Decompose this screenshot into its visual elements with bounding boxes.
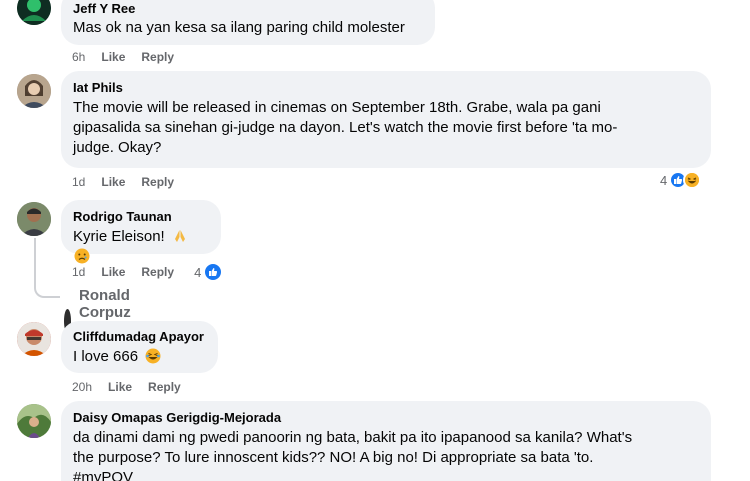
pray-icon: [172, 228, 188, 244]
reply-button[interactable]: Reply: [148, 380, 181, 394]
comment-actions: 20h Like Reply: [72, 380, 181, 394]
avatar[interactable]: [17, 404, 51, 438]
avatar[interactable]: [17, 74, 51, 108]
reply-button[interactable]: Reply: [141, 265, 174, 279]
comment-text-row: Kyrie Eleison!: [73, 227, 209, 267]
comment-text-line: judge. Okay?: [73, 139, 162, 156]
reaction-summary[interactable]: 4: [194, 262, 224, 282]
haha-icon: [683, 171, 702, 189]
avatar[interactable]: [17, 322, 51, 356]
comment-author[interactable]: Rodrigo Taunan: [73, 209, 209, 225]
comment-text: Mas ok na yan kesa sa ilang paring child…: [73, 19, 405, 36]
comment-actions: 1d Like Reply: [72, 175, 174, 189]
comment-time[interactable]: 6h: [72, 50, 85, 64]
like-icon: [203, 262, 224, 282]
comment-text-row: I love 666: [73, 347, 206, 367]
comment-actions: 1d Like Reply 4: [72, 262, 224, 282]
comment-text-line: #myPOV: [73, 469, 134, 481]
reply-thread-line: [34, 238, 60, 298]
comment-text-line: the purpose? To lure innoscent kids?? NO…: [73, 449, 594, 466]
comment-time[interactable]: 1d: [72, 265, 85, 279]
like-button[interactable]: Like: [101, 175, 125, 189]
reply-button[interactable]: Reply: [141, 175, 174, 189]
comment-text: I love 666: [73, 348, 139, 365]
comment-bubble: Jeff Y Ree Mas ok na yan kesa sa ilang p…: [61, 0, 435, 45]
comment-author[interactable]: Cliffdumadag Apayor: [73, 329, 206, 345]
comment-bubble: Iat Phils The movie will be released in …: [61, 71, 711, 168]
like-button[interactable]: Like: [101, 265, 125, 279]
comment-text-line: gipasalida sa sinehan gi-judge na dayon.…: [73, 119, 618, 136]
comment-author[interactable]: Daisy Omapas Gerigdig-Mejorada: [73, 410, 699, 426]
comment-author[interactable]: Iat Phils: [73, 80, 699, 96]
comment-bubble: Daisy Omapas Gerigdig-Mejorada da dinami…: [61, 401, 711, 481]
like-button[interactable]: Like: [108, 380, 132, 394]
like-button[interactable]: Like: [101, 50, 125, 64]
comment-time[interactable]: 1d: [72, 175, 85, 189]
comment-text: Kyrie Eleison!: [73, 228, 165, 245]
comment-bubble: Rodrigo Taunan Kyrie Eleison!: [61, 200, 221, 264]
laughing-face-icon: [145, 348, 161, 364]
reply-button[interactable]: Reply: [141, 50, 174, 64]
reaction-summary[interactable]: 4: [660, 171, 702, 189]
comment-text-line: da dinami dami ng pwedi panoorin ng bata…: [73, 429, 633, 446]
comment-time[interactable]: 20h: [72, 380, 92, 394]
reaction-count: 4: [194, 264, 202, 280]
avatar[interactable]: [17, 202, 51, 236]
comment-actions: 6h Like Reply: [72, 50, 174, 64]
comment-text-line: The movie will be released in cinemas on…: [73, 99, 601, 116]
reaction-count: 4: [660, 172, 668, 188]
comment-bubble: Cliffdumadag Apayor I love 666: [61, 321, 218, 373]
comment-author[interactable]: Jeff Y Ree: [73, 1, 423, 17]
avatar[interactable]: [17, 0, 51, 25]
